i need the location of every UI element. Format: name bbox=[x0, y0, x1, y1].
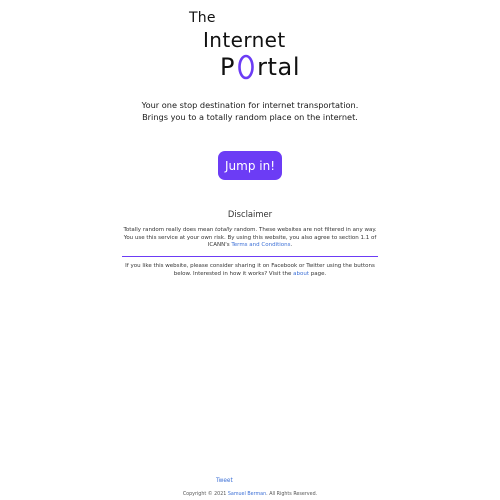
tagline: Your one stop destination for internet t… bbox=[0, 99, 500, 123]
portal-ring-icon bbox=[237, 54, 255, 80]
logo-portal-p: P bbox=[220, 53, 236, 81]
footer-copyright: Copyright © 2021 Samuel Berman. All Righ… bbox=[0, 492, 500, 497]
logo-portal-rest: rtal bbox=[257, 53, 301, 81]
logo-the-text: The bbox=[189, 10, 216, 26]
footer-suffix: . All Rights Reserved. bbox=[266, 492, 318, 497]
jump-in-button[interactable]: Jump in! bbox=[218, 151, 282, 180]
share-part-2: page. bbox=[309, 270, 327, 277]
author-link[interactable]: Samuel Berman bbox=[228, 492, 266, 497]
share-text: If you like this website, please conside… bbox=[122, 263, 378, 278]
section-divider bbox=[122, 256, 378, 257]
share-part-1: If you like this website, please conside… bbox=[125, 263, 375, 277]
tagline-line-2: Brings you to a totally random place on … bbox=[142, 112, 358, 122]
disclaimer-heading: Disclaimer bbox=[227, 209, 273, 219]
portal-page: The Internet P rtal Your one stop destin… bbox=[0, 0, 500, 500]
about-link[interactable]: about bbox=[293, 271, 309, 277]
logo-internet-text: Internet bbox=[203, 28, 286, 52]
disclaimer-part-3: . bbox=[290, 242, 293, 249]
disclaimer-emphasis: totally bbox=[215, 227, 233, 233]
tagline-line-1: Your one stop destination for internet t… bbox=[141, 100, 359, 110]
footer-prefix: Copyright © 2021 bbox=[182, 492, 228, 497]
logo-portal-text: P rtal bbox=[220, 53, 300, 81]
site-logo: The Internet P rtal bbox=[187, 8, 327, 82]
disclaimer-text: Totally random really does mean totally … bbox=[122, 227, 378, 250]
terms-link[interactable]: Terms and Conditions bbox=[231, 242, 290, 248]
tweet-button[interactable]: Tweet bbox=[216, 478, 233, 484]
disclaimer-part-1: Totally random really does mean bbox=[123, 227, 216, 233]
